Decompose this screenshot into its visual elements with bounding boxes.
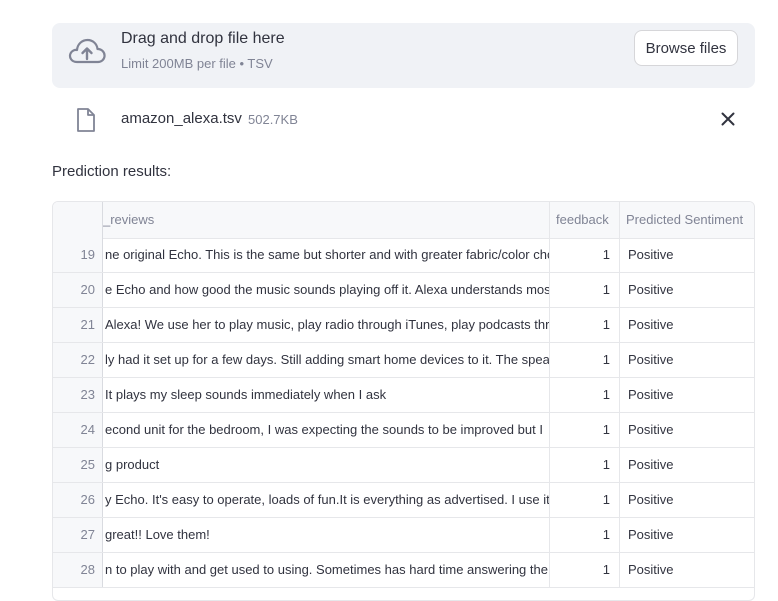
feedback-cell: 1 bbox=[549, 378, 619, 412]
reviews-column-header[interactable]: _reviews bbox=[102, 202, 549, 238]
row-index: 21 bbox=[53, 308, 102, 342]
table-body: 19 ne original Echo. This is the same but… bbox=[53, 238, 754, 588]
review-cell: great!! Love them! bbox=[102, 518, 549, 552]
review-cell: econd unit for the bedroom, I was expect… bbox=[102, 413, 549, 447]
file-size: 502.7KB bbox=[248, 112, 298, 127]
feedback-cell: 1 bbox=[549, 448, 619, 482]
feedback-cell: 1 bbox=[549, 273, 619, 307]
feedback-column-header[interactable]: feedback bbox=[549, 202, 619, 238]
feedback-cell: 1 bbox=[549, 553, 619, 587]
browse-files-button[interactable]: Browse files bbox=[634, 30, 738, 66]
sentiment-cell: Positive bbox=[619, 483, 754, 517]
row-index: 23 bbox=[53, 378, 102, 412]
dropzone-title: Drag and drop file here bbox=[121, 30, 285, 47]
row-index: 27 bbox=[53, 518, 102, 552]
row-index: 26 bbox=[53, 483, 102, 517]
file-dropzone[interactable]: Drag and drop file here Limit 200MB per … bbox=[52, 23, 755, 88]
table-row[interactable]: 21 Alexa! We use her to play music, play … bbox=[53, 308, 754, 343]
sentiment-cell: Positive bbox=[619, 343, 754, 377]
row-index: 22 bbox=[53, 343, 102, 377]
row-index: 25 bbox=[53, 448, 102, 482]
file-icon bbox=[77, 108, 95, 132]
row-index: 19 bbox=[53, 238, 102, 272]
table-header: _reviews feedback Predicted Sentiment bbox=[53, 202, 754, 239]
sentiment-cell: Positive bbox=[619, 273, 754, 307]
sentiment-column-header[interactable]: Predicted Sentiment bbox=[619, 202, 754, 238]
feedback-cell: 1 bbox=[549, 483, 619, 517]
review-cell: Alexa! We use her to play music, play ra… bbox=[102, 308, 549, 342]
table-row[interactable]: 22 ly had it set up for a few days. Still… bbox=[53, 343, 754, 378]
feedback-cell: 1 bbox=[549, 413, 619, 447]
review-cell: e Echo and how good the music sounds pla… bbox=[102, 273, 549, 307]
review-cell: ne original Echo. This is the same but s… bbox=[102, 238, 549, 272]
uploaded-file-row: amazon_alexa.tsv 502.7KB bbox=[52, 100, 755, 140]
close-icon[interactable] bbox=[720, 111, 736, 127]
review-cell: y Echo. It's easy to operate, loads of f… bbox=[102, 483, 549, 517]
cloud-upload-icon bbox=[68, 38, 106, 64]
file-name: amazon_alexa.tsv bbox=[121, 110, 242, 127]
review-cell: n to play with and get used to using. So… bbox=[102, 553, 549, 587]
sentiment-cell: Positive bbox=[619, 518, 754, 552]
index-column-header bbox=[53, 202, 102, 238]
feedback-cell: 1 bbox=[549, 343, 619, 377]
table-row[interactable]: 27 great!! Love them! 1 Positive bbox=[53, 518, 754, 553]
sentiment-cell: Positive bbox=[619, 308, 754, 342]
sentiment-cell: Positive bbox=[619, 413, 754, 447]
sentiment-cell: Positive bbox=[619, 553, 754, 587]
table-row[interactable]: 20 e Echo and how good the music sounds p… bbox=[53, 273, 754, 308]
sentiment-cell: Positive bbox=[619, 378, 754, 412]
table-row[interactable]: 25 g product 1 Positive bbox=[53, 448, 754, 483]
table-row[interactable]: 28 n to play with and get used to using. … bbox=[53, 553, 754, 588]
results-label: Prediction results: bbox=[52, 163, 172, 180]
feedback-cell: 1 bbox=[549, 308, 619, 342]
sentiment-cell: Positive bbox=[619, 448, 754, 482]
sentiment-cell: Positive bbox=[619, 238, 754, 272]
review-cell: g product bbox=[102, 448, 549, 482]
row-index: 24 bbox=[53, 413, 102, 447]
row-index: 28 bbox=[53, 553, 102, 587]
dropzone-limit-text: Limit 200MB per file • TSV bbox=[121, 56, 273, 71]
feedback-cell: 1 bbox=[549, 518, 619, 552]
table-row[interactable]: 23 It plays my sleep sounds immediately w… bbox=[53, 378, 754, 413]
table-row[interactable]: 24 econd unit for the bedroom, I was expe… bbox=[53, 413, 754, 448]
table-row[interactable]: 19 ne original Echo. This is the same but… bbox=[53, 238, 754, 273]
results-table[interactable]: _reviews feedback Predicted Sentiment 19… bbox=[52, 201, 755, 601]
feedback-cell: 1 bbox=[549, 238, 619, 272]
table-row[interactable]: 26 y Echo. It's easy to operate, loads of… bbox=[53, 483, 754, 518]
review-cell: It plays my sleep sounds immediately whe… bbox=[102, 378, 549, 412]
review-cell: ly had it set up for a few days. Still a… bbox=[102, 343, 549, 377]
row-index: 20 bbox=[53, 273, 102, 307]
